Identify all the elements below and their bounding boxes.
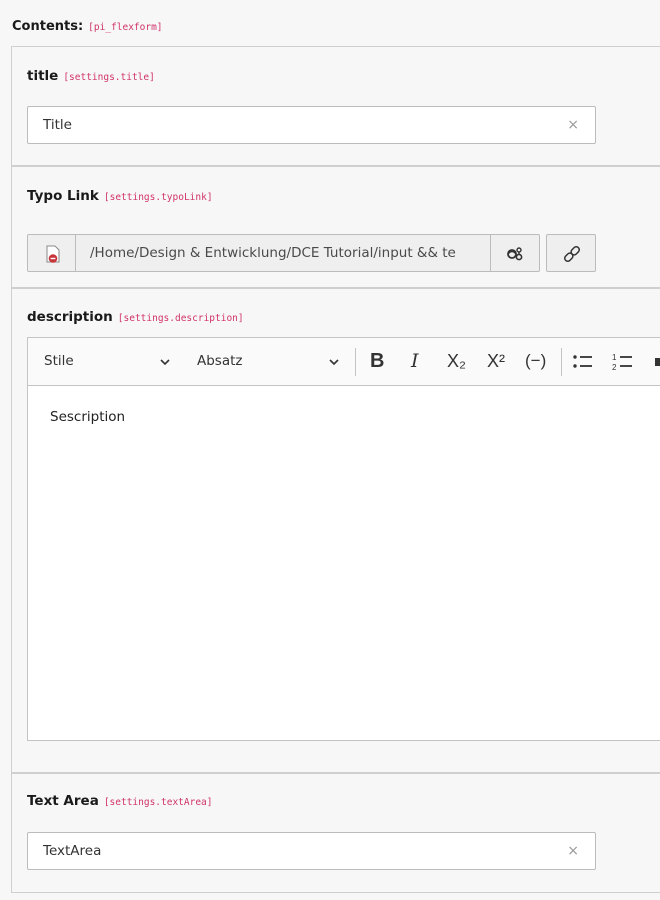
title-key: [settings.title]: [63, 72, 155, 83]
soft-hyphen-button[interactable]: (−): [525, 350, 546, 372]
description-label: description [settings.description]: [27, 309, 244, 325]
title-input-value: Title: [43, 117, 72, 133]
rich-text-editor: Stile Absatz B I X₂ X² (−) 1 2 Sescripti…: [27, 337, 660, 741]
typolink-section: Typo Link [settings.typoLink] /Home/Desig…: [11, 166, 660, 288]
numbered-list-icon[interactable]: 1 2: [612, 350, 634, 374]
italic-button[interactable]: I: [411, 350, 419, 372]
clear-title-icon[interactable]: ×: [567, 117, 579, 133]
textarea-input[interactable]: TextArea ×: [27, 832, 596, 870]
contents-heading: Contents: [pi_flexform]: [12, 19, 163, 34]
editor-content[interactable]: Sescription: [50, 409, 125, 425]
superscript-button[interactable]: X²: [487, 350, 505, 372]
svg-text:1: 1: [612, 353, 617, 362]
typolink-label-text: Typo Link: [27, 188, 99, 204]
toolbar-separator: [355, 348, 356, 376]
textarea-input-value: TextArea: [43, 843, 102, 859]
blockquote-icon[interactable]: [652, 354, 660, 372]
title-label-text: title: [27, 68, 59, 84]
link-wizard-icon: [507, 247, 523, 261]
typolink-input-value: /Home/Design & Entwicklung/DCE Tutorial/…: [90, 245, 456, 261]
style-chevron-down-icon[interactable]: [159, 357, 171, 367]
typolink-input[interactable]: /Home/Design & Entwicklung/DCE Tutorial/…: [75, 234, 491, 272]
link-browser-button[interactable]: [546, 234, 596, 272]
toolbar-separator-2: [561, 348, 562, 376]
title-input[interactable]: Title ×: [27, 106, 596, 144]
bulleted-list-icon[interactable]: [572, 352, 594, 372]
description-key: [settings.description]: [117, 313, 244, 324]
typolink-key: [settings.typoLink]: [103, 192, 213, 203]
clear-textarea-icon[interactable]: ×: [567, 843, 579, 859]
title-label: title [settings.title]: [27, 68, 155, 84]
bold-button[interactable]: B: [370, 350, 384, 372]
description-label-text: description: [27, 309, 113, 325]
file-remove-button[interactable]: [27, 234, 76, 272]
format-chevron-down-icon[interactable]: [328, 357, 340, 367]
textarea-key: [settings.textArea]: [103, 797, 213, 808]
typolink-label: Typo Link [settings.typoLink]: [27, 188, 213, 204]
textarea-section: Text Area [settings.textArea] TextArea ×: [11, 773, 660, 893]
link-icon: [564, 246, 580, 262]
subscript-button[interactable]: X₂: [447, 350, 466, 372]
textarea-label: Text Area [settings.textArea]: [27, 793, 212, 809]
contents-key: [pi_flexform]: [88, 22, 163, 33]
editor-toolbar: Stile Absatz B I X₂ X² (−) 1 2: [28, 338, 660, 386]
link-wizard-button[interactable]: [490, 234, 540, 272]
contents-label: Contents:: [12, 19, 84, 34]
description-section: description [settings.description] Stile …: [11, 288, 660, 773]
format-dropdown[interactable]: Absatz: [197, 353, 243, 369]
file-remove-icon: [46, 245, 60, 263]
title-section: title [settings.title] Title ×: [11, 46, 660, 166]
textarea-label-text: Text Area: [27, 793, 99, 809]
style-dropdown[interactable]: Stile: [44, 353, 74, 369]
svg-text:2: 2: [612, 363, 617, 372]
